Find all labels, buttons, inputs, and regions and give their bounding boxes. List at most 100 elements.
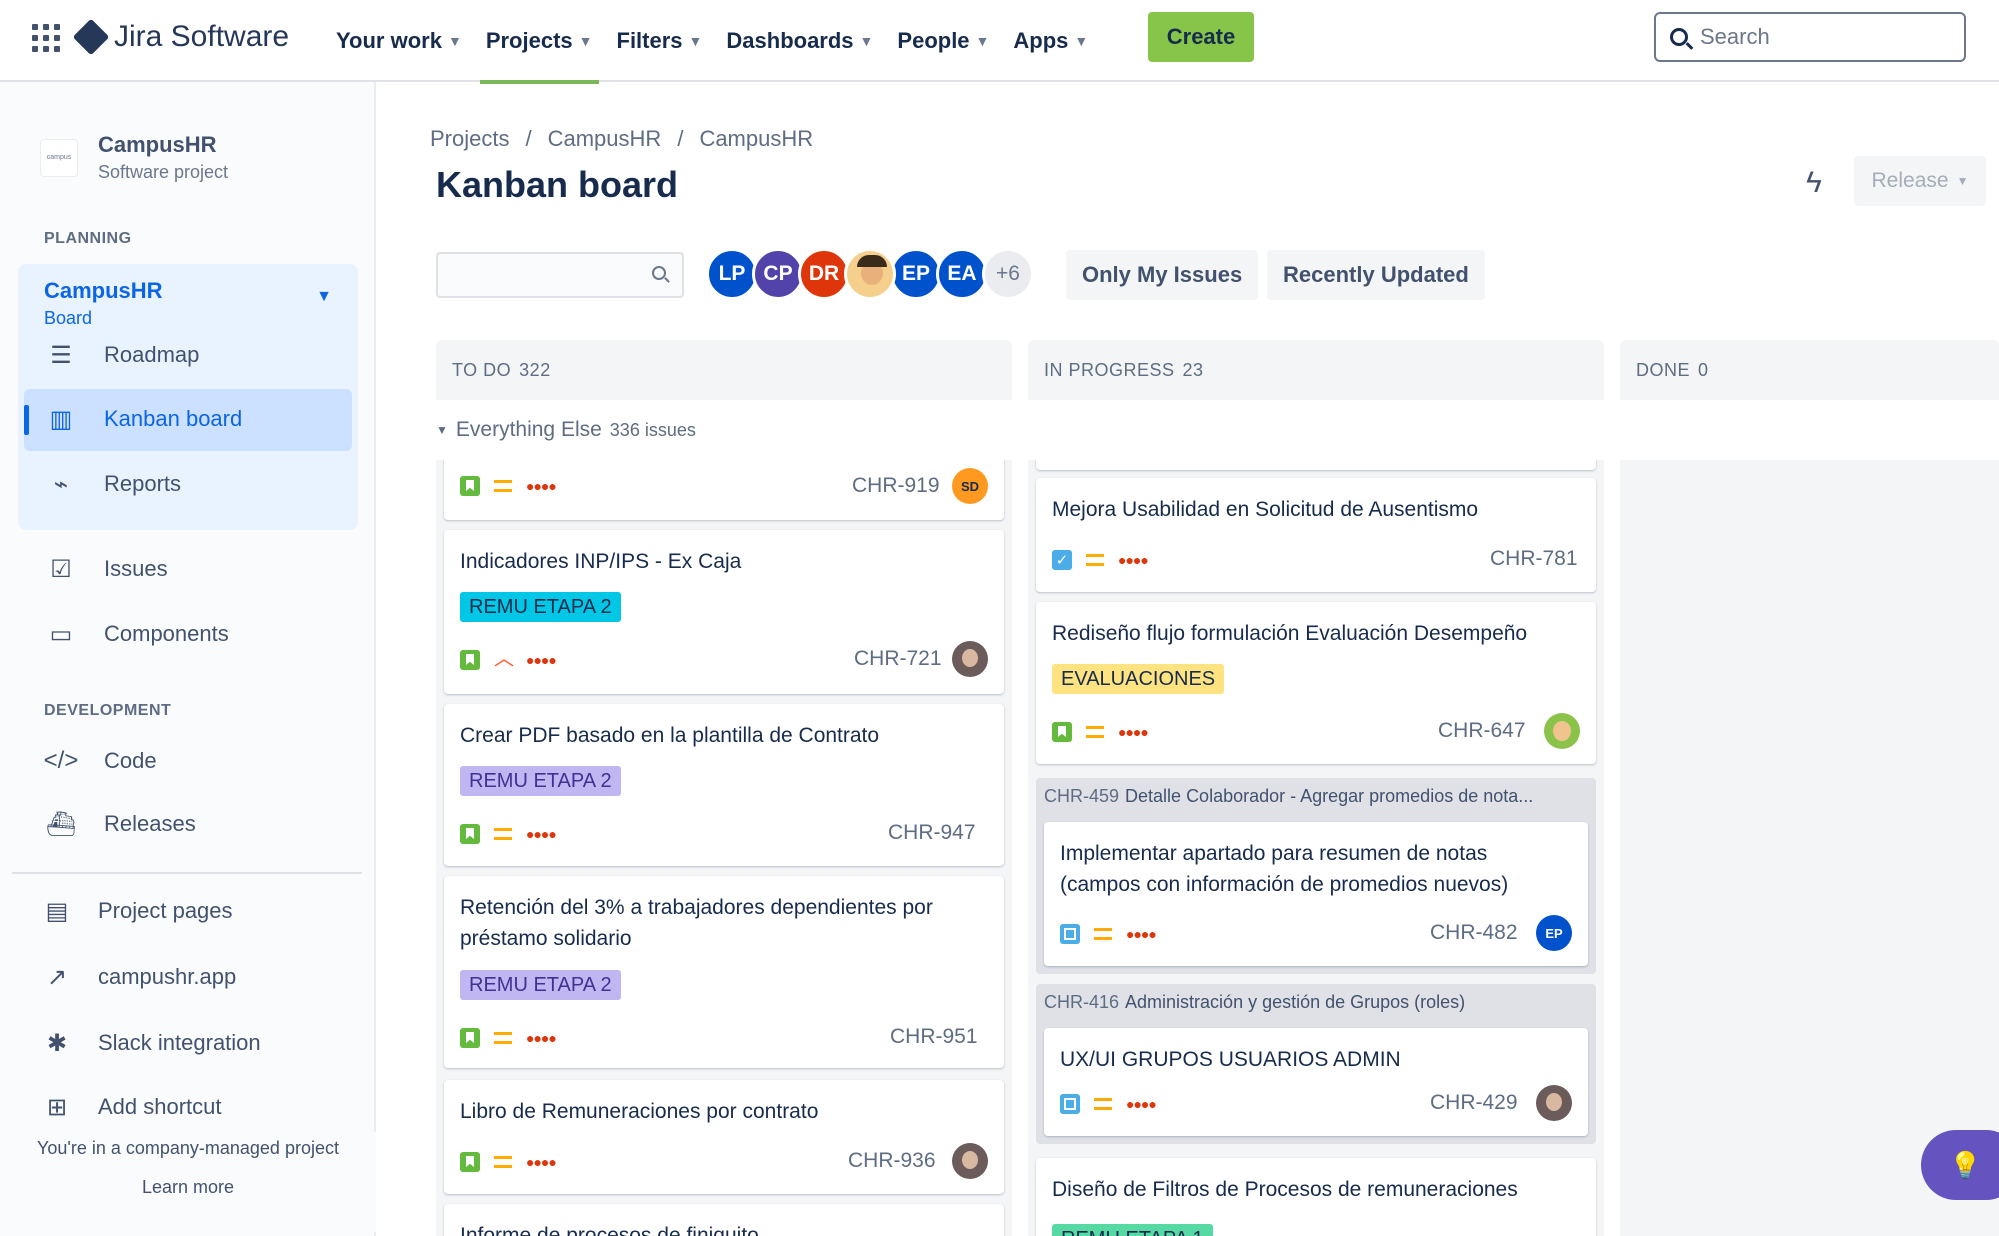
issue-card[interactable]: Diseño de Filtros de Procesos de remuner… [1036, 1158, 1596, 1236]
breadcrumb-projects[interactable]: Projects [430, 126, 509, 152]
project-header[interactable]: campus CampusHR Software project [40, 132, 228, 183]
issue-summary: Retención del 3% a trabajadores dependie… [460, 896, 933, 950]
avatar-lp[interactable]: LP [706, 248, 758, 300]
issue-label[interactable]: EVALUACIONES [1052, 664, 1225, 694]
assignee-avatar[interactable] [952, 1143, 988, 1179]
parent-issue-summary: Detalle Colaborador - Agregar promedios … [1125, 786, 1534, 806]
issue-summary: UX/UI GRUPOS USUARIOS ADMIN [1060, 1048, 1401, 1071]
nav-dashboards[interactable]: Dashboards ▼ [726, 0, 873, 82]
parent-issue-header[interactable]: CHR-459 Detalle Colaborador - Agregar pro… [1044, 786, 1594, 807]
parent-issue-group: CHR-459 Detalle Colaborador - Agregar pro… [1036, 778, 1596, 974]
issue-card[interactable]: Crear PDF basado en la plantilla de Cont… [444, 704, 1004, 866]
sidebar-item-issues[interactable]: ☑ Issues [46, 554, 167, 584]
app-switcher-icon[interactable] [32, 24, 60, 52]
issue-key[interactable]: CHR-429 [1430, 1091, 1518, 1115]
issue-key[interactable]: CHR-947 [888, 821, 976, 845]
issue-summary: Mejora Usabilidad en Solicitud de Ausent… [1052, 498, 1479, 521]
issue-card[interactable] [1036, 460, 1596, 470]
assignee-avatar[interactable] [952, 641, 988, 677]
release-button[interactable]: Release ▼ [1854, 156, 1986, 206]
issue-card[interactable]: Implementar apartado para resumen de not… [1044, 822, 1588, 966]
task-checkbox-icon: ✓ [1052, 550, 1072, 570]
issue-card[interactable]: Mejora Usabilidad en Solicitud de Ausent… [1036, 478, 1596, 592]
nav-people[interactable]: People ▼ [897, 0, 989, 82]
assignee-avatar[interactable] [1536, 1085, 1572, 1121]
issue-card[interactable]: Retención del 3% a trabajadores dependie… [444, 876, 1004, 1068]
board-name[interactable]: CampusHR [44, 278, 163, 304]
sidebar: campus CampusHR Software project PLANNIN… [0, 82, 376, 1236]
sidebar-item-roadmap[interactable]: ☰ Roadmap [46, 340, 199, 370]
sidebar-item-campushr-app[interactable]: ↗ campushr.app [42, 962, 236, 992]
avatar-ea[interactable]: EA [936, 248, 988, 300]
project-type: Software project [98, 162, 229, 182]
swimlane-header[interactable]: ▼ Everything Else 336 issues [436, 418, 696, 442]
jira-logo[interactable]: Jira Software [72, 18, 289, 56]
avatar-dr[interactable]: DR [798, 248, 850, 300]
issue-key[interactable]: CHR-951 [890, 1025, 978, 1049]
sidebar-item-slack-integration[interactable]: ✱ Slack integration [42, 1028, 261, 1058]
sidebar-item-components[interactable]: ▭ Components [46, 619, 229, 649]
chevron-down-icon[interactable]: ▼ [316, 288, 332, 306]
issue-card[interactable]: Rediseño flujo formulación Evaluación De… [1036, 602, 1596, 764]
issue-key[interactable]: CHR-781 [1490, 547, 1578, 571]
issue-key[interactable]: CHR-936 [848, 1149, 936, 1173]
sidebar-item-project-pages[interactable]: ▤ Project pages [42, 896, 233, 926]
sidebar-item-kanban-board[interactable]: ▥ Kanban board [46, 404, 243, 434]
issue-label[interactable]: REMU ETAPA 2 [460, 970, 621, 1000]
avatar-more[interactable]: +6 [982, 248, 1034, 300]
roadmap-icon: ☰ [50, 341, 72, 369]
issue-card[interactable]: Libro de Remuneraciones por contrato ●●●… [444, 1080, 1004, 1194]
issue-label[interactable]: REMU ETAPA 2 [460, 592, 621, 622]
issue-card[interactable]: Informe de procesos de finiquito [444, 1204, 1004, 1236]
issue-label[interactable]: REMU ETAPA 2 [460, 766, 621, 796]
only-my-issues-filter[interactable]: Only My Issues [1066, 250, 1259, 300]
subtask-icon [1060, 924, 1080, 944]
issue-summary: Indicadores INP/IPS - Ex Caja [460, 550, 742, 573]
sidebar-item-reports[interactable]: ⌁ Reports [46, 469, 181, 499]
learn-more-link[interactable]: Learn more [0, 1177, 376, 1198]
sidebar-item-releases[interactable]: ⛴ Releases [46, 809, 196, 839]
estimate-dots-icon: ●●●● [1126, 926, 1157, 942]
breadcrumb-board[interactable]: CampusHR [699, 126, 813, 152]
issue-key[interactable]: CHR-482 [1430, 921, 1518, 945]
sidebar-item-add-shortcut[interactable]: ⊞ Add shortcut [42, 1092, 222, 1122]
add-shortcut-icon: ⊞ [46, 1093, 68, 1121]
avatar-ep[interactable]: EP [890, 248, 942, 300]
nav-filters[interactable]: Filters ▼ [617, 0, 703, 82]
automation-icon[interactable]: ϟ [1806, 166, 1822, 200]
issue-key[interactable]: CHR-919 [852, 474, 940, 498]
issue-card[interactable]: ●●●● CHR-919 SD [444, 460, 1004, 520]
search-input[interactable]: Search [1654, 12, 1966, 62]
search-placeholder: Search [1700, 24, 1770, 49]
sidebar-item-code[interactable]: </> Code [44, 746, 157, 776]
issue-label[interactable]: REMU ETAPA 1 [1052, 1224, 1213, 1236]
chevron-down-icon: ▼ [1956, 174, 1969, 188]
assignee-avatar[interactable]: EP [1536, 915, 1572, 951]
estimate-dots-icon: ●●●● [1118, 724, 1149, 740]
create-button[interactable]: Create [1148, 12, 1254, 62]
estimate-dots-icon: ●●●● [526, 478, 557, 494]
column-header-in-progress: IN PROGRESS 23 [1028, 340, 1604, 400]
board-type: Board [44, 308, 93, 328]
assignee-avatar[interactable] [1544, 713, 1580, 749]
nav-your-work[interactable]: Your work ▼ [336, 0, 462, 82]
parent-issue-group: CHR-416 Administración y gestión de Grupo… [1036, 984, 1596, 1144]
external-link-icon: ↗ [46, 963, 68, 991]
avatar-photo[interactable] [844, 248, 896, 300]
issue-key[interactable]: CHR-721 [854, 647, 942, 671]
chevron-down-icon: ▼ [975, 33, 990, 49]
board-search-input[interactable] [436, 252, 684, 298]
estimate-dots-icon: ●●●● [1126, 1096, 1157, 1112]
issue-card[interactable]: Indicadores INP/IPS - Ex Caja REMU ETAPA… [444, 530, 1004, 694]
nav-projects[interactable]: Projects ▼ [479, 0, 599, 84]
assignee-avatar[interactable]: SD [952, 468, 988, 504]
nav-apps[interactable]: Apps ▼ [1013, 0, 1088, 82]
parent-issue-summary: Administración y gestión de Grupos (role… [1125, 992, 1466, 1012]
issue-card[interactable]: UX/UI GRUPOS USUARIOS ADMIN ●●●● CHR-429 [1044, 1028, 1588, 1136]
breadcrumb-campushr[interactable]: CampusHR [548, 126, 662, 152]
parent-issue-header[interactable]: CHR-416 Administración y gestión de Grupo… [1044, 992, 1594, 1013]
recently-updated-filter[interactable]: Recently Updated [1267, 250, 1485, 300]
avatar-cp[interactable]: CP [752, 248, 804, 300]
help-button[interactable]: 💡 [1921, 1130, 1999, 1200]
issue-key[interactable]: CHR-647 [1438, 719, 1526, 743]
